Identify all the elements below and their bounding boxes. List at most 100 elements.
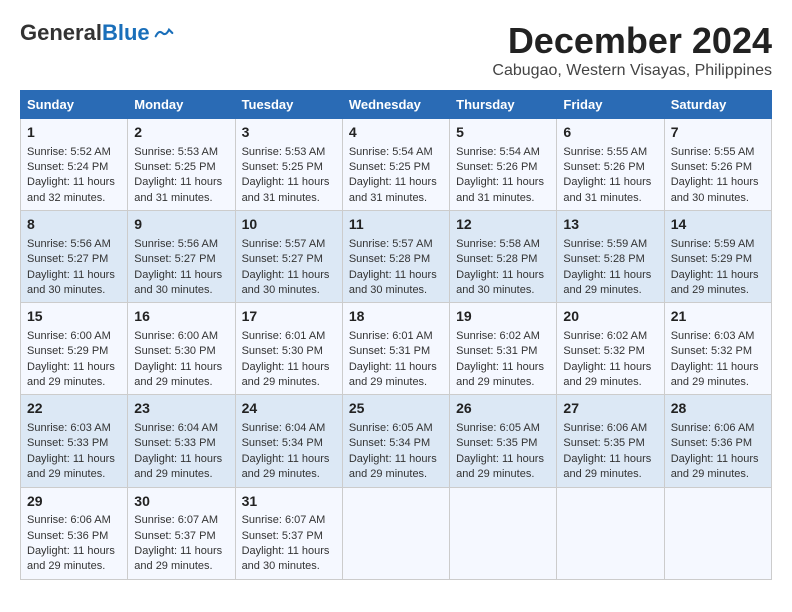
table-cell: 14Sunrise: 5:59 AMSunset: 5:29 PMDayligh… <box>664 211 771 303</box>
table-cell: 16Sunrise: 6:00 AMSunset: 5:30 PMDayligh… <box>128 303 235 395</box>
day-info-line: and 29 minutes. <box>242 467 336 482</box>
table-cell: 3Sunrise: 5:53 AMSunset: 5:25 PMDaylight… <box>235 119 342 211</box>
day-info-line: Sunset: 5:26 PM <box>456 160 550 175</box>
table-cell: 15Sunrise: 6:00 AMSunset: 5:29 PMDayligh… <box>21 303 128 395</box>
day-info-line: Sunset: 5:31 PM <box>456 344 550 359</box>
day-info-line: Sunrise: 5:58 AM <box>456 237 550 252</box>
day-info-line: Daylight: 11 hours <box>134 175 228 190</box>
day-number: 10 <box>242 215 336 235</box>
day-info-line: Daylight: 11 hours <box>27 175 121 190</box>
day-info-line: Daylight: 11 hours <box>349 360 443 375</box>
day-info-line: Sunset: 5:31 PM <box>349 344 443 359</box>
day-number: 14 <box>671 215 765 235</box>
day-info-line: Daylight: 11 hours <box>349 452 443 467</box>
day-info-line: Sunrise: 6:01 AM <box>242 329 336 344</box>
day-info-line: Sunrise: 6:03 AM <box>671 329 765 344</box>
day-info-line: and 29 minutes. <box>349 467 443 482</box>
day-info-line: and 31 minutes. <box>134 191 228 206</box>
day-number: 21 <box>671 307 765 327</box>
table-cell: 26Sunrise: 6:05 AMSunset: 5:35 PMDayligh… <box>450 395 557 487</box>
day-info-line: Sunset: 5:35 PM <box>456 436 550 451</box>
day-number: 7 <box>671 123 765 143</box>
day-number: 29 <box>27 492 121 512</box>
day-info-line: Daylight: 11 hours <box>671 452 765 467</box>
day-number: 2 <box>134 123 228 143</box>
table-cell: 13Sunrise: 5:59 AMSunset: 5:28 PMDayligh… <box>557 211 664 303</box>
day-info-line: Sunset: 5:25 PM <box>242 160 336 175</box>
day-info-line: and 29 minutes. <box>27 559 121 574</box>
day-info-line: Daylight: 11 hours <box>134 360 228 375</box>
day-number: 19 <box>456 307 550 327</box>
table-cell: 25Sunrise: 6:05 AMSunset: 5:34 PMDayligh… <box>342 395 449 487</box>
day-info-line: and 29 minutes. <box>671 375 765 390</box>
day-info-line: Sunrise: 6:00 AM <box>134 329 228 344</box>
day-number: 24 <box>242 399 336 419</box>
day-info-line: Daylight: 11 hours <box>134 544 228 559</box>
table-cell: 29Sunrise: 6:06 AMSunset: 5:36 PMDayligh… <box>21 487 128 579</box>
col-friday: Friday <box>557 91 664 119</box>
day-info-line: and 29 minutes. <box>456 467 550 482</box>
day-info-line: and 29 minutes. <box>671 467 765 482</box>
day-info-line: Sunrise: 6:02 AM <box>563 329 657 344</box>
col-saturday: Saturday <box>664 91 771 119</box>
table-cell: 7Sunrise: 5:55 AMSunset: 5:26 PMDaylight… <box>664 119 771 211</box>
day-info-line: Sunset: 5:25 PM <box>349 160 443 175</box>
col-sunday: Sunday <box>21 91 128 119</box>
day-number: 26 <box>456 399 550 419</box>
day-info-line: Sunset: 5:27 PM <box>27 252 121 267</box>
table-cell: 31Sunrise: 6:07 AMSunset: 5:37 PMDayligh… <box>235 487 342 579</box>
day-info-line: Sunset: 5:30 PM <box>134 344 228 359</box>
day-info-line: Daylight: 11 hours <box>456 175 550 190</box>
day-info-line: and 31 minutes. <box>242 191 336 206</box>
day-info-line: Sunset: 5:36 PM <box>671 436 765 451</box>
day-info-line: Sunset: 5:34 PM <box>242 436 336 451</box>
day-info-line: Sunset: 5:27 PM <box>134 252 228 267</box>
day-number: 20 <box>563 307 657 327</box>
day-number: 28 <box>671 399 765 419</box>
day-info-line: Sunrise: 5:59 AM <box>563 237 657 252</box>
day-info-line: and 30 minutes. <box>349 283 443 298</box>
day-info-line: Daylight: 11 hours <box>563 452 657 467</box>
day-info-line: Daylight: 11 hours <box>456 360 550 375</box>
day-info-line: Sunset: 5:37 PM <box>134 529 228 544</box>
day-info-line: and 30 minutes. <box>242 559 336 574</box>
day-number: 22 <box>27 399 121 419</box>
day-info-line: and 30 minutes. <box>27 283 121 298</box>
day-info-line: Sunrise: 6:03 AM <box>27 421 121 436</box>
day-number: 30 <box>134 492 228 512</box>
table-cell: 30Sunrise: 6:07 AMSunset: 5:37 PMDayligh… <box>128 487 235 579</box>
day-info-line: Sunrise: 6:05 AM <box>349 421 443 436</box>
day-info-line: Daylight: 11 hours <box>242 452 336 467</box>
day-number: 12 <box>456 215 550 235</box>
day-info-line: and 29 minutes. <box>563 467 657 482</box>
day-number: 8 <box>27 215 121 235</box>
day-info-line: Sunset: 5:33 PM <box>134 436 228 451</box>
day-info-line: Daylight: 11 hours <box>349 175 443 190</box>
day-number: 25 <box>349 399 443 419</box>
title-block: December 2024 Cabugao, Western Visayas, … <box>492 20 772 80</box>
day-info-line: and 32 minutes. <box>27 191 121 206</box>
day-number: 18 <box>349 307 443 327</box>
day-info-line: and 30 minutes. <box>134 283 228 298</box>
day-info-line: Sunrise: 6:06 AM <box>27 513 121 528</box>
day-info-line: Sunrise: 5:57 AM <box>242 237 336 252</box>
col-thursday: Thursday <box>450 91 557 119</box>
day-info-line: Sunrise: 5:53 AM <box>242 145 336 160</box>
day-info-line: Sunset: 5:29 PM <box>27 344 121 359</box>
day-info-line: and 31 minutes. <box>563 191 657 206</box>
day-info-line: and 29 minutes. <box>456 375 550 390</box>
day-info-line: Sunset: 5:37 PM <box>242 529 336 544</box>
col-wednesday: Wednesday <box>342 91 449 119</box>
day-info-line: Sunrise: 6:02 AM <box>456 329 550 344</box>
day-info-line: Daylight: 11 hours <box>563 268 657 283</box>
day-info-line: and 29 minutes. <box>242 375 336 390</box>
day-info-line: Daylight: 11 hours <box>671 268 765 283</box>
day-info-line: Sunset: 5:28 PM <box>349 252 443 267</box>
day-number: 6 <box>563 123 657 143</box>
logo-general: GeneralBlue <box>20 20 150 46</box>
day-info-line: Daylight: 11 hours <box>242 175 336 190</box>
week-row-1: 1Sunrise: 5:52 AMSunset: 5:24 PMDaylight… <box>21 119 772 211</box>
day-info-line: and 29 minutes. <box>563 375 657 390</box>
table-cell: 24Sunrise: 6:04 AMSunset: 5:34 PMDayligh… <box>235 395 342 487</box>
day-info-line: Daylight: 11 hours <box>27 268 121 283</box>
